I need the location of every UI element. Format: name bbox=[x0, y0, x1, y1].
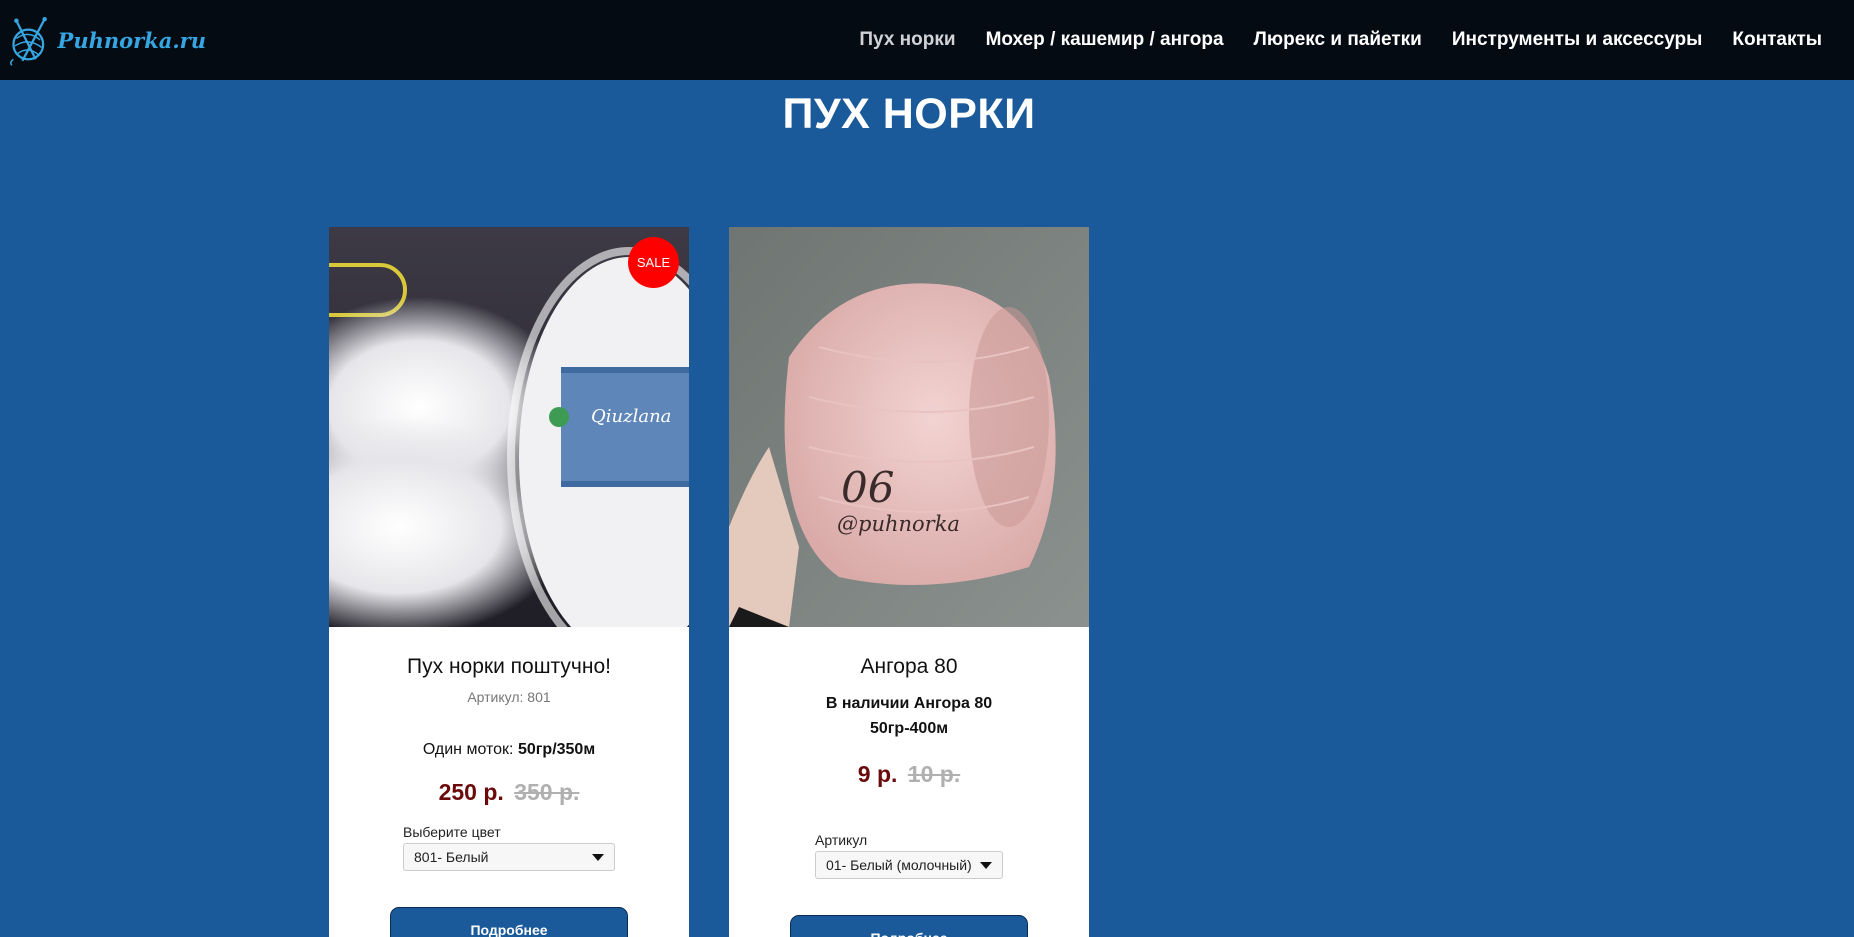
sku-select-group: Артикул 01- Белый (молочный) bbox=[815, 832, 1003, 879]
site-header: Puhnorka.ru Пух норки Мохер / кашемир / … bbox=[0, 0, 1854, 80]
details-button[interactable]: Подробнее bbox=[390, 907, 628, 937]
product-info: Пух норки поштучно! Артикул: 801 Один мо… bbox=[329, 627, 689, 937]
details-button[interactable]: Подробнее bbox=[790, 915, 1028, 937]
product-title[interactable]: Ангора 80 bbox=[729, 655, 1089, 679]
sale-badge: SALE bbox=[628, 237, 679, 288]
stock-info: В наличии Ангора 80 50гр-400м bbox=[729, 691, 1089, 741]
old-price: 10 р. bbox=[907, 761, 961, 787]
product-title[interactable]: Пух норки поштучно! bbox=[329, 655, 689, 679]
description-value: 50гр/350м bbox=[517, 741, 596, 758]
product-image[interactable]: Qiuzlana SALE bbox=[329, 227, 689, 627]
nav-item-contacts[interactable]: Контакты bbox=[1732, 29, 1822, 51]
nav-item-mink-down[interactable]: Пух норки bbox=[859, 29, 955, 51]
product-card: Qiuzlana SALE Пух норки поштучно! Артику… bbox=[329, 227, 689, 937]
price-row: 250 р. 350 р. bbox=[329, 779, 689, 806]
mink-yarn-photo: Qiuzlana bbox=[329, 227, 689, 627]
product-sku: Артикул: 801 bbox=[467, 689, 551, 705]
logo-text: Puhnorka.ru bbox=[57, 27, 206, 53]
product-image[interactable]: 06 @puhnorka bbox=[729, 227, 1089, 627]
color-select-group: Выберите цвет 801- Белый bbox=[403, 824, 615, 871]
color-select-label: Выберите цвет bbox=[403, 824, 501, 840]
nav-item-lurex[interactable]: Люрекс и пайетки bbox=[1254, 29, 1422, 51]
sku-select-value: 01- Белый (молочный) bbox=[826, 857, 972, 873]
chevron-down-icon bbox=[980, 861, 992, 869]
image-number-text: 06 bbox=[841, 463, 894, 512]
main-nav: Пух норки Мохер / кашемир / ангора Люрек… bbox=[859, 0, 1822, 80]
stock-line: В наличии Ангора 80 bbox=[825, 695, 993, 712]
nav-item-tools[interactable]: Инструменты и аксессуры bbox=[1452, 29, 1703, 51]
product-info: Ангора 80 В наличии Ангора 80 50гр-400м … bbox=[729, 627, 1089, 937]
stock-line: 50гр-400м bbox=[869, 720, 949, 737]
product-description: Один моток: 50гр/350м bbox=[329, 741, 689, 759]
old-price: 350 р. bbox=[514, 779, 580, 805]
current-price: 9 р. bbox=[857, 761, 898, 787]
current-price: 250 р. bbox=[438, 779, 504, 805]
sku-select-label: Артикул bbox=[815, 832, 868, 848]
color-select-value: 801- Белый bbox=[414, 849, 489, 865]
page-title: ПУХ НОРКИ bbox=[782, 90, 1036, 138]
angora-cone-photo: 06 @puhnorka bbox=[729, 227, 1089, 627]
sku-select[interactable]: 01- Белый (молочный) bbox=[815, 851, 1003, 879]
product-card: 06 @puhnorka Ангора 80 В наличии Ангора … bbox=[729, 227, 1089, 937]
image-handle-text: @puhnorka bbox=[837, 512, 960, 536]
site-logo[interactable]: Puhnorka.ru bbox=[6, 6, 206, 74]
svg-text:Qiuzlana: Qiuzlana bbox=[591, 406, 671, 427]
price-row: 9 р. 10 р. bbox=[729, 761, 1089, 788]
description-label: Один моток: bbox=[422, 741, 514, 758]
nav-item-mohair[interactable]: Мохер / кашемир / ангора bbox=[986, 29, 1224, 51]
color-select[interactable]: 801- Белый bbox=[403, 843, 615, 871]
yarn-ball-icon bbox=[10, 16, 47, 66]
chevron-down-icon bbox=[592, 853, 604, 861]
